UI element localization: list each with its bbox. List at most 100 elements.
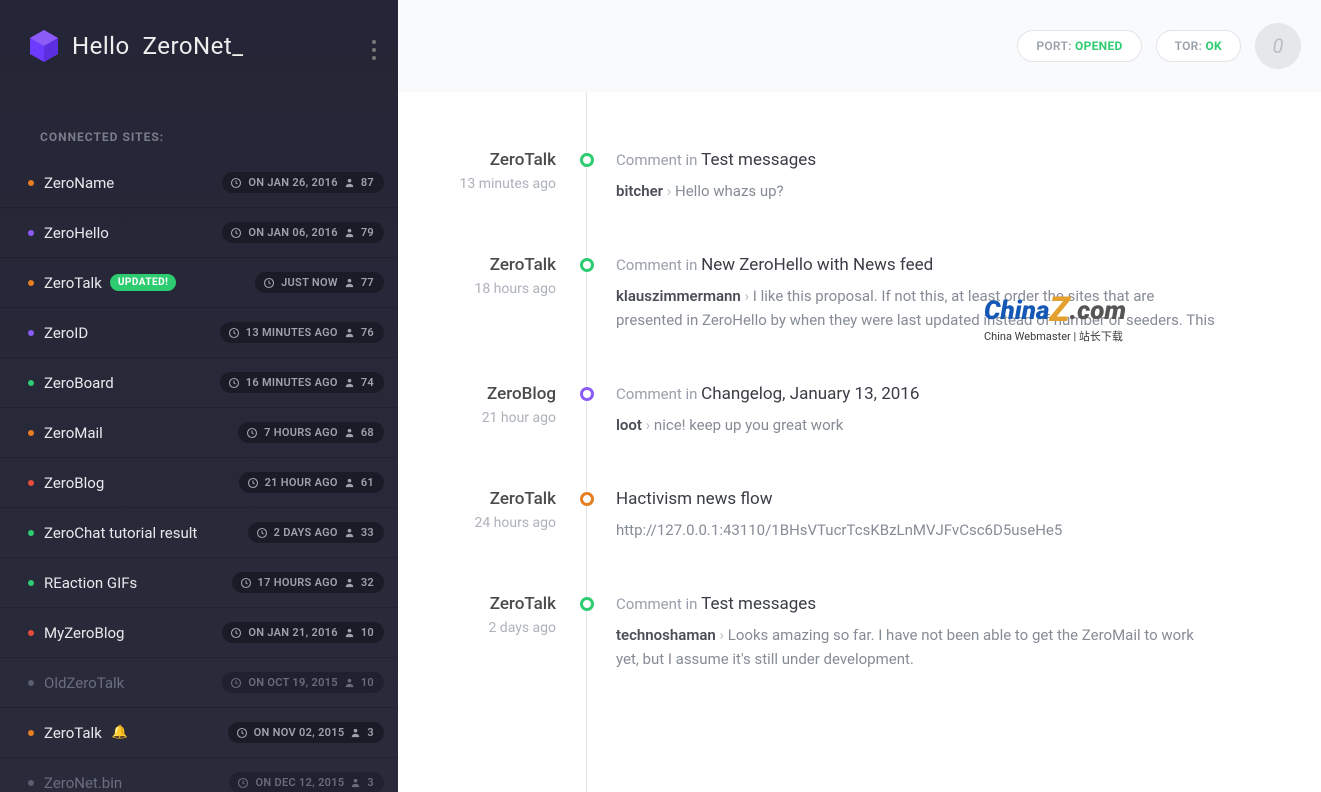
sidebar-site-item[interactable]: ZeroChat tutorial result2 DAYS AGO33 — [0, 508, 398, 558]
sidebar-site-item[interactable]: ZeroTalkUPDATED!JUST NOW77 — [0, 258, 398, 308]
clock-icon — [228, 377, 240, 389]
ring-icon — [580, 387, 594, 401]
status-dot-icon — [28, 280, 34, 286]
site-peers: 3 — [367, 726, 374, 739]
status-dot-icon — [28, 180, 34, 186]
feed-meta: ZeroTalk 13 minutes ago — [398, 150, 574, 203]
sidebar-header: Hello ZeroNet_ — [0, 0, 398, 92]
site-time: ON JAN 06, 2016 — [248, 226, 338, 239]
user-icon — [350, 777, 361, 788]
feed-meta: ZeroTalk18 hours ago — [398, 255, 574, 332]
feed-item[interactable]: ZeroTalk2 days agoComment in Test messag… — [398, 594, 1321, 723]
site-peers: 10 — [361, 676, 374, 689]
ring-icon — [580, 597, 594, 611]
sidebar-site-item[interactable]: ZeroID13 MINUTES AGO76 — [0, 308, 398, 358]
feed-time: 13 minutes ago — [398, 176, 556, 192]
site-time: ON NOV 02, 2015 — [254, 726, 345, 739]
feed-timeline-node — [574, 255, 600, 332]
sidebar-site-item[interactable]: ZeroHelloON JAN 06, 201679 — [0, 208, 398, 258]
feed-content: Comment in Changelog, January 13, 2016 lo… — [600, 384, 1297, 437]
feed-source: ZeroTalk — [398, 594, 556, 614]
main-panel: PORT: OPENED TOR: OK 0 ZeroTalk 13 minute… — [398, 0, 1321, 792]
site-peers: 33 — [361, 526, 374, 539]
site-time: JUST NOW — [281, 276, 338, 289]
clock-icon — [230, 677, 242, 689]
more-menu-button[interactable] — [372, 36, 376, 64]
updated-badge: UPDATED! — [110, 274, 177, 291]
sidebar-site-item[interactable]: REaction GIFs 17 HOURS AGO32 — [0, 558, 398, 608]
feed-title: Comment in Test messages — [616, 150, 1217, 170]
feed-topic: Test messages — [701, 594, 816, 614]
site-peers: 32 — [361, 576, 374, 589]
feed-author: klauszimmermann — [616, 287, 741, 305]
feed-item[interactable]: ZeroTalk 13 minutes ago Comment in Test me… — [398, 150, 1321, 255]
sidebar-site-item[interactable]: ZeroNet.binON DEC 12, 20153 — [0, 758, 398, 792]
feed-text: Hello whazs up? — [675, 182, 784, 200]
site-peers: 76 — [361, 326, 374, 339]
site-meta-pill: 17 HOURS AGO32 — [232, 572, 384, 593]
status-dot-icon — [28, 680, 34, 686]
site-peers: 74 — [361, 376, 374, 389]
feed-timeline-node — [574, 384, 600, 437]
feed-timeline-node — [574, 150, 600, 203]
feed-item[interactable]: ZeroBlog21 hour agoComment in Changelog,… — [398, 384, 1321, 489]
user-icon — [344, 477, 355, 488]
sidebar-site-item[interactable]: ZeroMail7 HOURS AGO68 — [0, 408, 398, 458]
user-icon — [344, 527, 355, 538]
feed-title: Comment in New ZeroHello with News feed — [616, 255, 1217, 275]
bell-icon: 🔔 — [112, 725, 128, 740]
sidebar-site-item[interactable]: ZeroTalk🔔ON NOV 02, 20153 — [0, 708, 398, 758]
site-time: 13 MINUTES AGO — [246, 326, 338, 339]
clock-icon — [237, 777, 249, 789]
site-meta-pill: ON JAN 26, 2016 87 — [222, 172, 384, 193]
feed-title: Comment in Changelog, January 13, 2016 — [616, 384, 1217, 404]
feed-content: Hactivism news flowhttp://127.0.0.1:4311… — [600, 489, 1297, 542]
sidebar-site-item[interactable]: ZeroBoard16 MINUTES AGO74 — [0, 358, 398, 408]
site-time: ON JAN 26, 2016 — [248, 176, 338, 189]
tor-status-pill[interactable]: TOR: OK — [1156, 30, 1241, 62]
clock-icon — [246, 427, 258, 439]
feed-text: http://127.0.0.1:43110/1BHsVTucrTcsKBzLn… — [616, 521, 1062, 539]
user-icon — [344, 427, 355, 438]
status-dot-icon — [28, 380, 34, 386]
site-meta-pill: 13 MINUTES AGO 76 — [220, 322, 384, 343]
tor-value: OK — [1205, 39, 1222, 53]
feed-title: Comment in Test messages — [616, 594, 1217, 614]
sidebar-site-item[interactable]: ZeroNameON JAN 26, 201687 — [0, 158, 398, 208]
sidebar-site-item[interactable]: MyZeroBlogON JAN 21, 201610 — [0, 608, 398, 658]
clock-icon — [263, 277, 275, 289]
site-peers: 3 — [367, 776, 374, 789]
feed-source: ZeroTalk — [398, 489, 556, 509]
feed-source: ZeroTalk — [398, 150, 556, 170]
feed-author: loot — [616, 416, 642, 434]
feed-time: 21 hour ago — [398, 410, 556, 426]
port-value: OPENED — [1075, 39, 1123, 53]
feed-author: bitcher — [616, 182, 663, 200]
site-time: 7 HOURS AGO — [264, 426, 338, 439]
feed-body: loot › nice! keep up you great work — [616, 414, 1217, 437]
feed-prefix: Comment in — [616, 595, 701, 613]
site-time: ON JAN 21, 2016 — [248, 626, 338, 639]
site-peers: 79 — [361, 226, 374, 239]
clock-icon — [256, 527, 268, 539]
site-time: 16 MINUTES AGO — [246, 376, 338, 389]
site-peers: 77 — [361, 276, 374, 289]
site-meta-pill: 16 MINUTES AGO 74 — [220, 372, 384, 393]
site-meta-pill: 2 DAYS AGO 33 — [248, 522, 384, 543]
sidebar-site-item[interactable]: ZeroBlog21 HOUR AGO61 — [0, 458, 398, 508]
site-peers: 87 — [361, 176, 374, 189]
site-name: OldZeroTalk — [44, 674, 124, 692]
feed-body: http://127.0.0.1:43110/1BHsVTucrTcsKBzLn… — [616, 519, 1217, 542]
feed-item[interactable]: ZeroTalk18 hours ago Comment in New ZeroH… — [398, 255, 1321, 384]
status-dot-icon — [28, 630, 34, 636]
status-dot-icon — [28, 330, 34, 336]
site-time: 2 DAYS AGO — [274, 526, 338, 539]
port-status-pill[interactable]: PORT: OPENED — [1017, 30, 1141, 62]
avatar[interactable]: 0 — [1255, 23, 1301, 69]
feed-topic: New ZeroHello with News feed — [701, 255, 933, 275]
site-name: REaction GIFs — [44, 574, 137, 592]
feed-item[interactable]: ZeroTalk24 hours agoHactivism news flowh… — [398, 489, 1321, 594]
feed-prefix: Comment in — [616, 151, 701, 169]
feed-body: technoshaman › Looks amazing so far. I h… — [616, 624, 1217, 671]
sidebar-site-item[interactable]: OldZeroTalkON OCT 19, 201510 — [0, 658, 398, 708]
